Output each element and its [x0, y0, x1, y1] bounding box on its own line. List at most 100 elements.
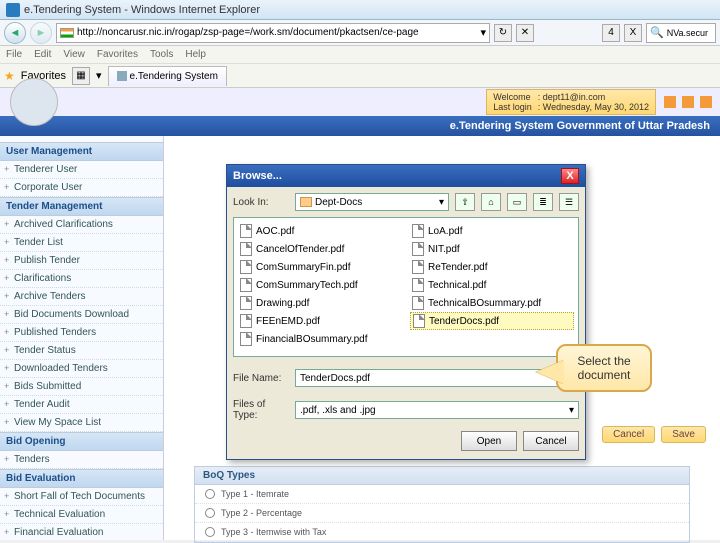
back-button[interactable]: ◄: [4, 22, 26, 44]
sidebar-item[interactable]: Clarifications: [0, 270, 163, 288]
chevron-down-icon: ▾: [439, 197, 444, 208]
sidebar-item[interactable]: Tenderer User: [0, 161, 163, 179]
file-item[interactable]: NIT.pdf: [410, 240, 574, 258]
header-icons: [656, 96, 720, 108]
sidebar-item[interactable]: Short Fall of Tech Documents: [0, 488, 163, 506]
file-name: AOC.pdf: [256, 226, 294, 237]
url-input[interactable]: [77, 27, 477, 38]
sidebar-item[interactable]: Tender List: [0, 234, 163, 252]
browser-tab[interactable]: e.Tendering System: [108, 66, 227, 86]
address-bar[interactable]: ▾: [56, 23, 490, 43]
file-icon: [412, 242, 424, 256]
file-item[interactable]: TechnicalBOsummary.pdf: [410, 294, 574, 312]
detail-view-button[interactable]: ☰: [559, 193, 579, 211]
tab-title: e.Tendering System: [130, 71, 218, 82]
welcome-user: : dept11@in.com: [538, 92, 649, 102]
favorites-bar: ★ Favorites ▦ ▾ e.Tendering System: [0, 64, 720, 88]
sidebar-item[interactable]: Downloaded Tenders: [0, 360, 163, 378]
callout-line1: Select the: [564, 354, 644, 368]
file-item[interactable]: AOC.pdf: [238, 222, 402, 240]
file-item[interactable]: CancelOfTender.pdf: [238, 240, 402, 258]
up-folder-button[interactable]: ⇧: [455, 193, 475, 211]
menu-edit[interactable]: Edit: [34, 49, 51, 60]
file-name: LoA.pdf: [428, 226, 462, 237]
favorites-star-icon[interactable]: ★: [4, 69, 15, 83]
menu-view[interactable]: View: [63, 49, 85, 60]
file-item[interactable]: Drawing.pdf: [238, 294, 402, 312]
file-name: NIT.pdf: [428, 244, 460, 255]
open-button[interactable]: Open: [461, 431, 517, 451]
sidebar-item[interactable]: View My Space List: [0, 414, 163, 432]
sidebar-header-bid-opening: Bid Opening: [0, 432, 163, 451]
sidebar-item[interactable]: Technical Evaluation: [0, 506, 163, 524]
cancel-button[interactable]: Cancel: [602, 426, 655, 443]
menu-file[interactable]: File: [6, 49, 22, 60]
menu-favorites[interactable]: Favorites: [97, 49, 138, 60]
sidebar-item[interactable]: Tenders: [0, 451, 163, 469]
window-title: e.Tendering System - Windows Internet Ex…: [24, 4, 260, 16]
file-name: Drawing.pdf: [256, 298, 309, 309]
filename-label: File Name:: [233, 373, 289, 384]
file-item[interactable]: FinancialBOsummary.pdf: [238, 330, 402, 348]
dashboard-icon[interactable]: [682, 96, 694, 108]
radio-icon[interactable]: [205, 527, 215, 537]
file-icon: [412, 278, 424, 292]
menubar: File Edit View Favorites Tools Help: [0, 46, 720, 64]
sidebar-item[interactable]: Bid Documents Download: [0, 306, 163, 324]
file-name: ReTender.pdf: [428, 262, 488, 273]
nav-extra-1[interactable]: 4: [602, 24, 620, 42]
file-icon: [240, 242, 252, 256]
banner: Welcome : dept11@in.com Last login : Wed…: [0, 88, 720, 116]
sidebar-item[interactable]: Financial Evaluation: [0, 524, 163, 540]
search-box[interactable]: 🔍 NVa.secur: [646, 23, 716, 43]
lookin-select[interactable]: Dept-Docs ▾: [295, 193, 449, 211]
sidebar-item[interactable]: Published Tenders: [0, 324, 163, 342]
browse-dialog: Browse... X Look In: Dept-Docs ▾ ⇧ ⌂ ▭ ≣…: [226, 164, 586, 460]
file-item[interactable]: ReTender.pdf: [410, 258, 574, 276]
file-item[interactable]: ComSummaryTech.pdf: [238, 276, 402, 294]
dropdown-icon[interactable]: ▾: [480, 26, 486, 39]
file-item[interactable]: FEEnEMD.pdf: [238, 312, 402, 330]
annotation-callout: Select the document: [556, 344, 652, 392]
menu-help[interactable]: Help: [185, 49, 206, 60]
boq-header: BoQ Types: [195, 467, 689, 485]
sidebar-item[interactable]: Corporate User: [0, 179, 163, 197]
file-item[interactable]: LoA.pdf: [410, 222, 574, 240]
file-item[interactable]: Technical.pdf: [410, 276, 574, 294]
dialog-close-button[interactable]: X: [561, 168, 579, 184]
boq-row[interactable]: Type 2 - Percentage: [195, 504, 689, 523]
file-icon: [240, 296, 252, 310]
file-item[interactable]: TenderDocs.pdf: [410, 312, 574, 330]
list-view-button[interactable]: ≣: [533, 193, 553, 211]
file-item[interactable]: ComSummaryFin.pdf: [238, 258, 402, 276]
file-icon: [240, 314, 252, 328]
sidebar-item[interactable]: Tender Status: [0, 342, 163, 360]
stop-button[interactable]: ✕: [516, 24, 534, 42]
home-icon[interactable]: [664, 96, 676, 108]
radio-icon[interactable]: [205, 489, 215, 499]
radio-icon[interactable]: [205, 508, 215, 518]
filetype-select[interactable]: .pdf, .xls and .jpg ▾: [295, 401, 579, 419]
dialog-cancel-button[interactable]: Cancel: [523, 431, 579, 451]
dialog-titlebar[interactable]: Browse... X: [227, 165, 585, 187]
sidebar-item[interactable]: Archived Clarifications: [0, 216, 163, 234]
save-button[interactable]: Save: [661, 426, 706, 443]
sidebar-item[interactable]: Bids Submitted: [0, 378, 163, 396]
menu-tools[interactable]: Tools: [150, 49, 173, 60]
new-folder-button[interactable]: ▭: [507, 193, 527, 211]
sidebar-item[interactable]: Publish Tender: [0, 252, 163, 270]
lookin-label: Look In:: [233, 197, 289, 208]
sidebar-item[interactable]: Tender Audit: [0, 396, 163, 414]
sidebar-item[interactable]: Archive Tenders: [0, 288, 163, 306]
favorites-dd[interactable]: ▾: [96, 69, 102, 82]
refresh-button[interactable]: ↻: [494, 24, 512, 42]
nav-extra-2[interactable]: X: [624, 24, 642, 42]
boq-row[interactable]: Type 3 - Itemwise with Tax: [195, 523, 689, 542]
file-list[interactable]: AOC.pdf LoA.pdf CancelOfTender.pdf NIT.pdf C…: [233, 217, 579, 357]
favorites-grid-icon[interactable]: ▦: [72, 67, 90, 85]
boq-row[interactable]: Type 1 - Itemrate: [195, 485, 689, 504]
logout-icon[interactable]: [700, 96, 712, 108]
forward-button[interactable]: ►: [30, 22, 52, 44]
filetype-value: .pdf, .xls and .jpg: [300, 405, 376, 416]
home-button[interactable]: ⌂: [481, 193, 501, 211]
